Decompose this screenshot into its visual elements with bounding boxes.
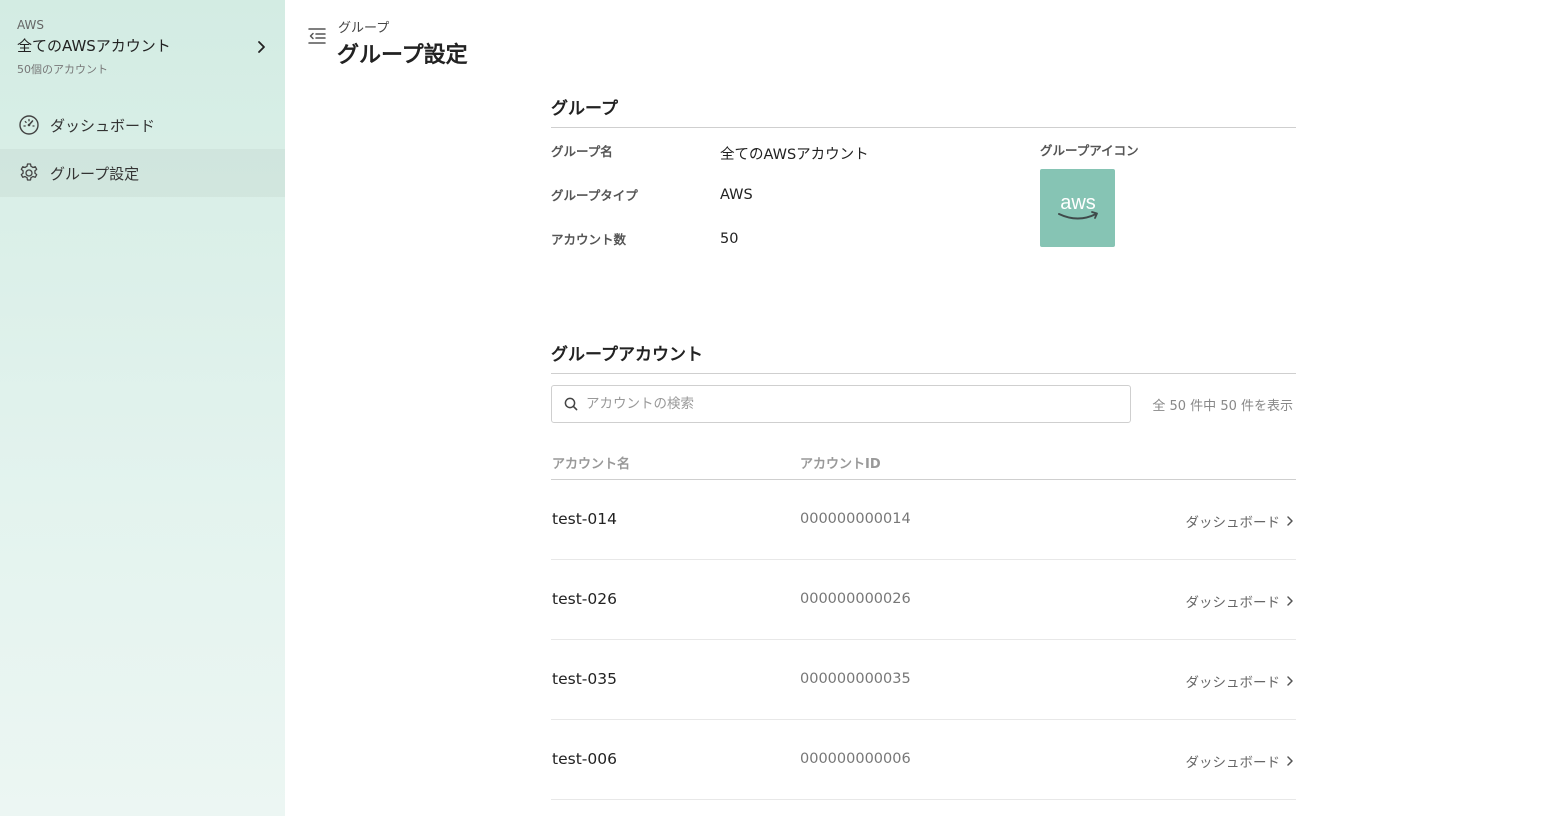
group-section: グループ グループ名 全てのAWSアカウント グループタイプ AWS アカウント… bbox=[551, 97, 1296, 267]
collapse-sidebar-icon[interactable] bbox=[305, 24, 329, 48]
account-count-label: アカウント数 bbox=[551, 232, 627, 247]
search-icon bbox=[564, 397, 578, 411]
sidebar-item-label: ダッシュボード bbox=[50, 116, 156, 135]
account-name: test-014 bbox=[552, 510, 617, 528]
section-title: グループアカウント bbox=[551, 343, 1296, 374]
sidebar: AWS 全てのAWSアカウント 50個のアカウント ダッシュボード グループ設定 bbox=[0, 0, 285, 816]
gauge-icon bbox=[18, 114, 40, 136]
group-type-value: AWS bbox=[720, 187, 753, 203]
dashboard-link-label: ダッシュボード bbox=[1185, 755, 1281, 771]
table-row: test-035 000000000035 ダッシュボード bbox=[551, 640, 1296, 720]
group-name-value: 全てのAWSアカウント bbox=[720, 147, 869, 163]
search-input[interactable] bbox=[586, 396, 1106, 412]
sidebar-item-group-settings[interactable]: グループ設定 bbox=[0, 149, 285, 197]
chevron-right-icon bbox=[1287, 756, 1293, 766]
group-account-count: 50個のアカウント bbox=[17, 63, 108, 76]
account-name: test-035 bbox=[552, 670, 617, 688]
gear-icon bbox=[18, 162, 40, 184]
dashboard-link[interactable]: ダッシュボード bbox=[1186, 511, 1295, 531]
page-title: グループ設定 bbox=[337, 43, 468, 68]
account-id: 000000000026 bbox=[800, 591, 911, 607]
column-header-id[interactable]: アカウントID bbox=[800, 453, 881, 472]
chevron-right-icon bbox=[1287, 596, 1293, 606]
group-icon: aws bbox=[1040, 169, 1115, 247]
dashboard-link-label: ダッシュボード bbox=[1185, 595, 1281, 611]
breadcrumb[interactable]: グループ bbox=[338, 20, 389, 38]
account-id: 000000000006 bbox=[800, 751, 911, 767]
dashboard-link[interactable]: ダッシュボード bbox=[1186, 751, 1295, 771]
group-provider: AWS bbox=[17, 18, 45, 32]
account-id: 000000000014 bbox=[800, 511, 911, 527]
table-row: test-014 000000000014 ダッシュボード bbox=[551, 480, 1296, 560]
chevron-right-icon bbox=[1287, 676, 1293, 686]
section-title: グループ bbox=[551, 97, 1296, 128]
dashboard-link-label: ダッシュボード bbox=[1185, 515, 1281, 531]
account-id: 000000000035 bbox=[800, 671, 911, 687]
chevron-right-icon bbox=[258, 41, 265, 53]
dashboard-link-label: ダッシュボード bbox=[1185, 675, 1281, 691]
sidebar-item-label: グループ設定 bbox=[50, 164, 140, 183]
table-row: test-006 000000000006 ダッシュボード bbox=[551, 720, 1296, 800]
sidebar-nav: ダッシュボード グループ設定 bbox=[0, 101, 285, 197]
group-type-label: グループタイプ bbox=[551, 188, 638, 203]
group-name: 全てのAWSアカウント bbox=[17, 37, 171, 55]
chevron-right-icon bbox=[1287, 516, 1293, 526]
dashboard-link[interactable]: ダッシュボード bbox=[1186, 591, 1295, 611]
aws-logo-icon: aws bbox=[1057, 192, 1098, 220]
table-row: test-026 000000000026 ダッシュボード bbox=[551, 560, 1296, 640]
dashboard-link[interactable]: ダッシュボード bbox=[1186, 671, 1295, 691]
group-accounts-section: グループアカウント 全 50 件中 50 件を表示 アカウント名 アカウントID… bbox=[551, 343, 1296, 816]
column-header-name[interactable]: アカウント名 bbox=[552, 453, 630, 472]
sidebar-item-dashboard[interactable]: ダッシュボード bbox=[0, 101, 285, 149]
account-name: test-006 bbox=[552, 750, 617, 768]
aws-logo-text: aws bbox=[1060, 192, 1096, 214]
account-name: test-026 bbox=[552, 590, 617, 608]
table-header: アカウント名 アカウントID bbox=[551, 451, 1296, 480]
account-count-value: 50 bbox=[720, 231, 739, 247]
group-selector[interactable]: AWS 全てのAWSアカウント 50個のアカウント bbox=[17, 16, 273, 88]
group-icon-label: グループアイコン bbox=[1040, 143, 1139, 158]
account-search[interactable] bbox=[551, 385, 1131, 423]
result-count: 全 50 件中 50 件を表示 bbox=[1152, 399, 1293, 414]
group-name-label: グループ名 bbox=[551, 144, 613, 159]
